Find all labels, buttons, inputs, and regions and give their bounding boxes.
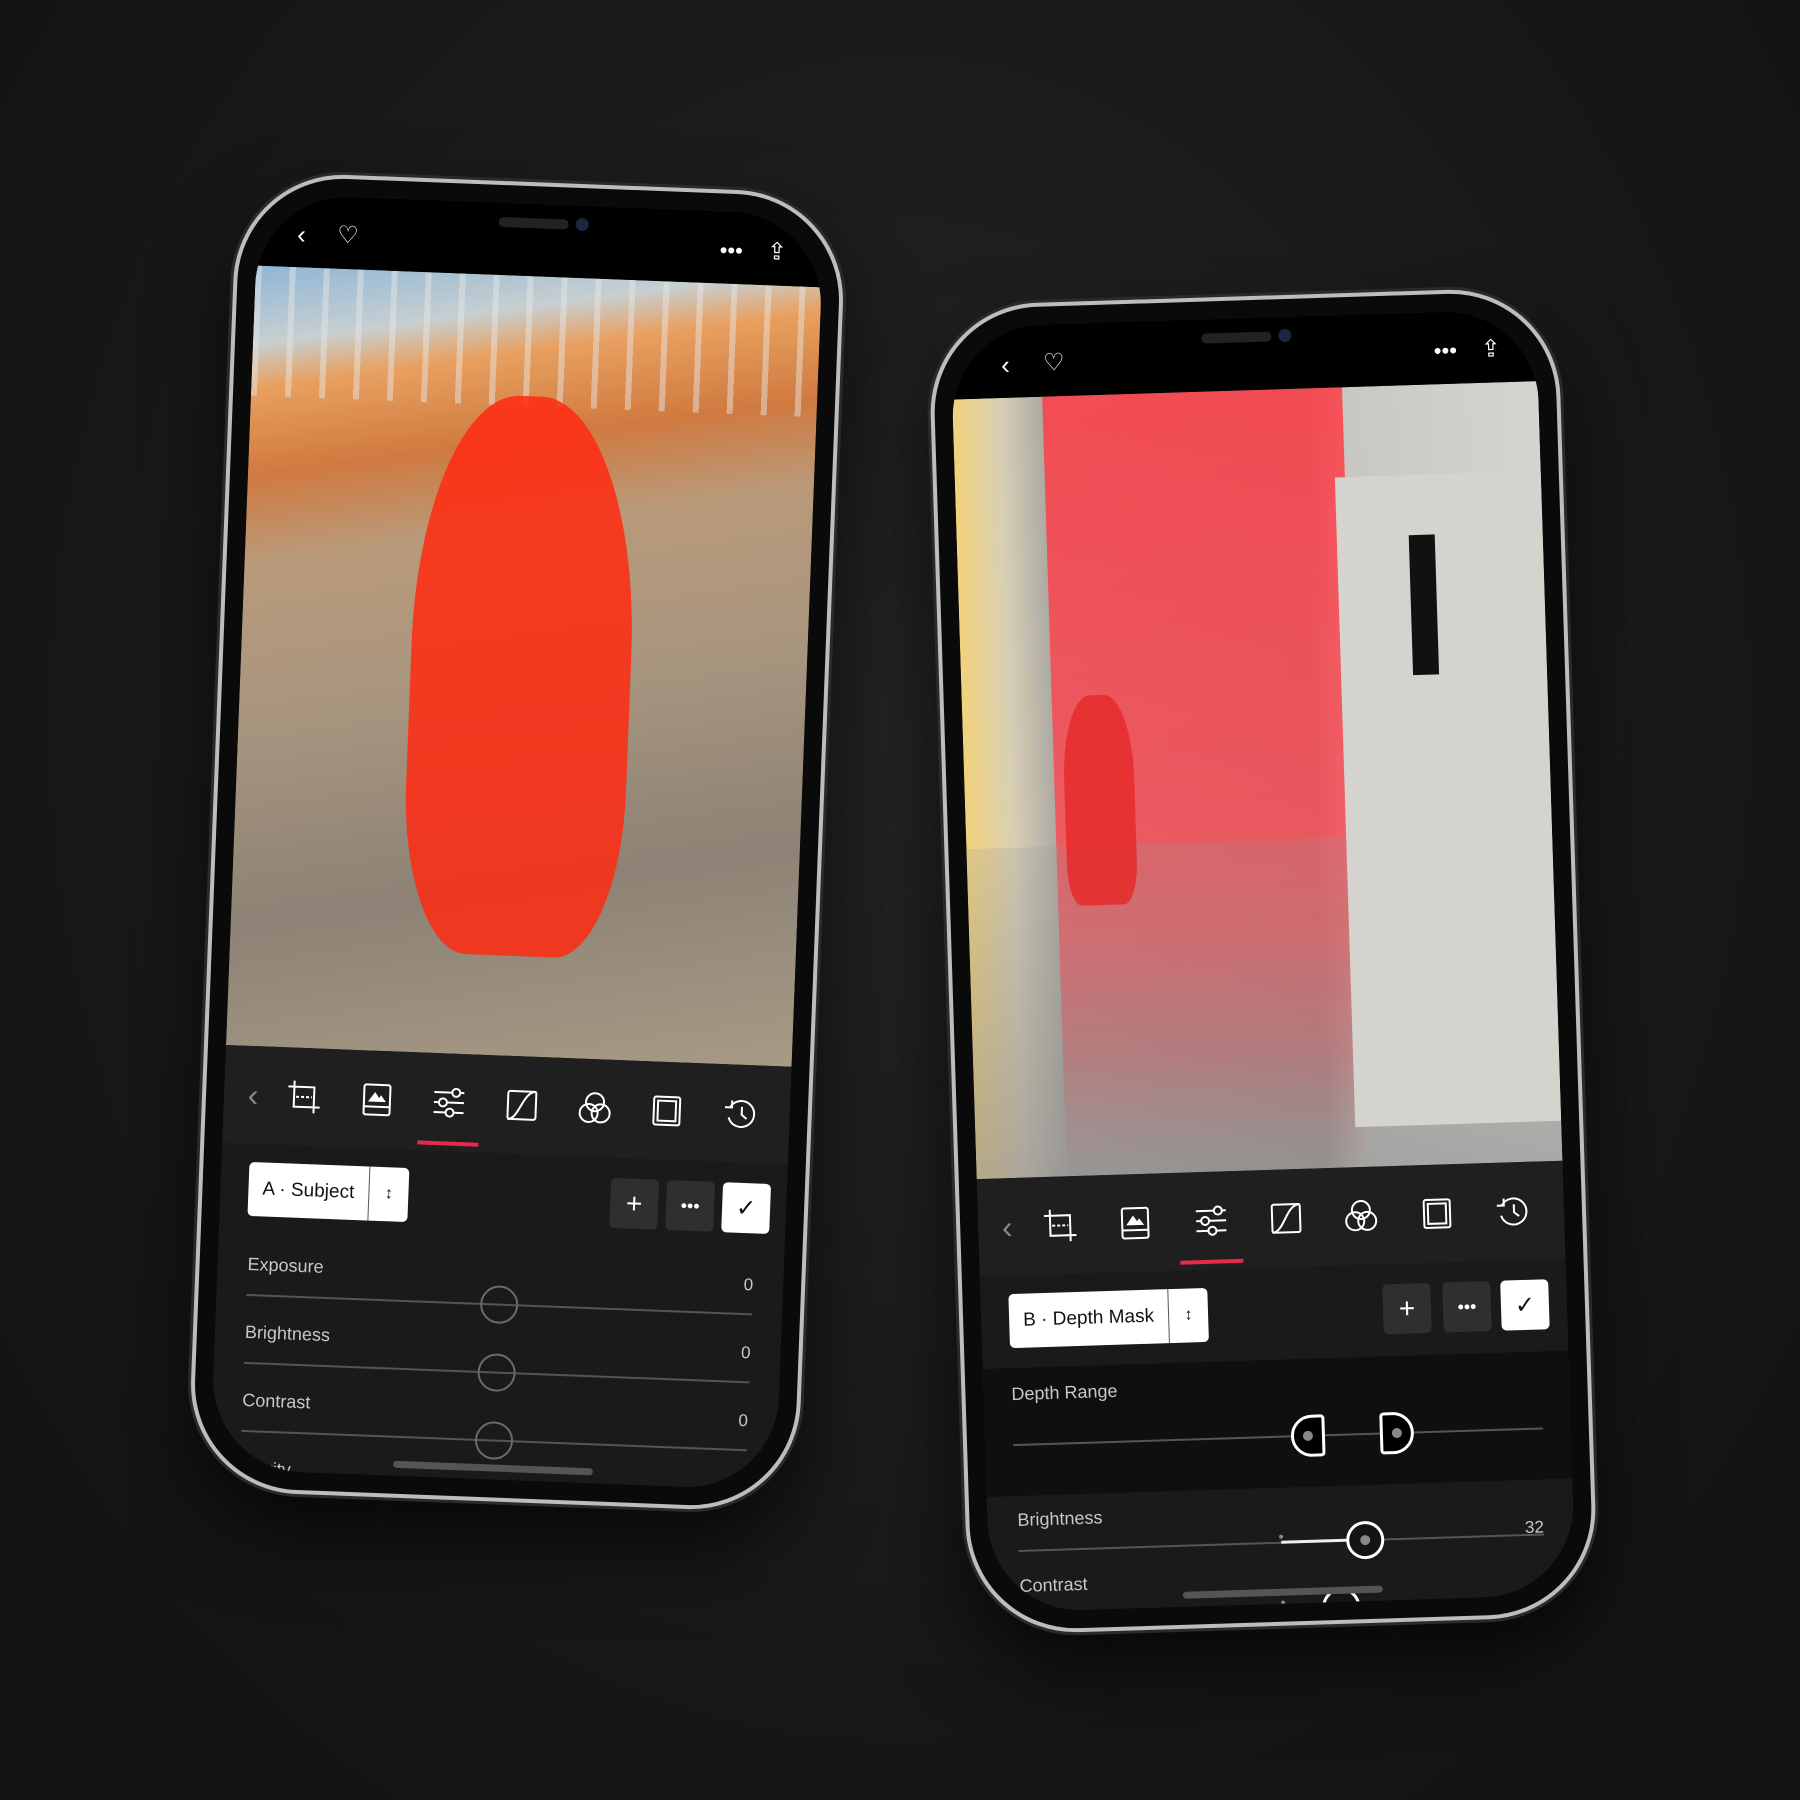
tool-bar: ‹ xyxy=(976,1160,1566,1278)
history-icon[interactable] xyxy=(1473,1161,1551,1261)
camera xyxy=(575,217,589,232)
more-options-button[interactable]: ••• xyxy=(665,1180,716,1232)
crop-icon[interactable] xyxy=(1021,1175,1099,1275)
heart-icon[interactable]: ♡ xyxy=(337,222,360,250)
curves-icon[interactable] xyxy=(1247,1168,1325,1268)
slider-knob[interactable] xyxy=(474,1420,514,1461)
add-mask-button[interactable]: + xyxy=(609,1177,660,1230)
phone-left: ‹ ♡ ••• ⇪ ‹ A · Subject ↕ + ••• ✓ Exposur… xyxy=(186,170,848,1514)
depth-range-panel: Depth Range xyxy=(982,1350,1573,1497)
photo-preview[interactable] xyxy=(225,265,822,1067)
frame-icon[interactable] xyxy=(1398,1164,1476,1264)
image-icon[interactable] xyxy=(339,1049,415,1150)
confirm-button[interactable]: ✓ xyxy=(1500,1279,1550,1331)
back-icon[interactable]: ‹ xyxy=(1001,350,1011,380)
frame-icon[interactable] xyxy=(629,1061,705,1162)
depth-range-far-handle[interactable] xyxy=(1379,1411,1415,1455)
depth-range-near-handle[interactable] xyxy=(1290,1414,1326,1458)
slider-knob[interactable] xyxy=(479,1284,519,1325)
phone-right: ‹ ♡ ••• ⇪ ‹ B · Depth Mask ↕ + ••• ✓ Dept… xyxy=(927,286,1599,1636)
chevron-left-icon[interactable]: ‹ xyxy=(991,1178,1024,1277)
slider-knob[interactable] xyxy=(476,1352,517,1393)
subject-mask-overlay xyxy=(399,391,642,961)
chevron-up-down-icon[interactable]: ↕ xyxy=(367,1166,410,1223)
slider-knob[interactable] xyxy=(1345,1520,1385,1560)
screen: ‹ ♡ ••• ⇪ ‹ B · Depth Mask ↕ + ••• ✓ Dept… xyxy=(949,309,1577,1613)
sliders-icon[interactable] xyxy=(1171,1171,1249,1271)
share-icon[interactable]: ⇪ xyxy=(1480,335,1501,363)
photo-preview[interactable] xyxy=(952,381,1563,1180)
depth-range-label: Depth Range xyxy=(1011,1380,1118,1405)
person xyxy=(1061,693,1139,907)
back-icon[interactable]: ‹ xyxy=(297,219,307,249)
mask-label: B · Depth Mask xyxy=(1022,1305,1155,1331)
pillar xyxy=(1334,471,1562,1128)
confirm-button[interactable]: ✓ xyxy=(721,1182,772,1234)
depth-range-track[interactable] xyxy=(1013,1427,1543,1447)
more-icon[interactable]: ••• xyxy=(719,237,743,264)
chevron-up-down-icon[interactable]: ↕ xyxy=(1167,1287,1209,1344)
number-marking xyxy=(1408,534,1440,676)
history-icon[interactable] xyxy=(701,1063,777,1164)
more-options-button[interactable]: ••• xyxy=(1442,1281,1492,1333)
sliders-icon[interactable] xyxy=(411,1052,487,1153)
mask-selector[interactable]: B · Depth Mask ↕ xyxy=(1008,1287,1209,1349)
slider-knob[interactable] xyxy=(471,1488,512,1491)
screen: ‹ ♡ ••• ⇪ ‹ A · Subject ↕ + ••• ✓ Exposur… xyxy=(209,193,825,1491)
color-mix-icon[interactable] xyxy=(556,1058,632,1159)
more-icon[interactable]: ••• xyxy=(1433,338,1457,365)
image-icon[interactable] xyxy=(1096,1173,1174,1273)
add-mask-button[interactable]: + xyxy=(1382,1282,1432,1335)
heart-icon[interactable]: ♡ xyxy=(1043,349,1065,377)
mask-selector[interactable]: A · Subject ↕ xyxy=(247,1161,410,1223)
chevron-left-icon[interactable]: ‹ xyxy=(236,1046,270,1145)
camera xyxy=(1277,328,1292,343)
crop-icon[interactable] xyxy=(266,1047,342,1148)
mask-label: A · Subject xyxy=(262,1178,355,1204)
railing xyxy=(250,265,822,418)
color-mix-icon[interactable] xyxy=(1322,1166,1400,1266)
curves-icon[interactable] xyxy=(484,1055,560,1156)
share-icon[interactable]: ⇪ xyxy=(766,238,787,266)
